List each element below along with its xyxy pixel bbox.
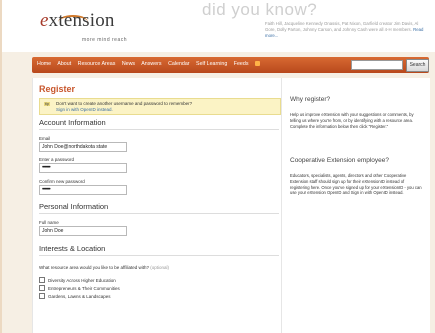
nav-resource-areas[interactable]: Resource Areas [78, 61, 116, 67]
logo-wordmark: extension [40, 10, 115, 32]
main-panel: Register tip Don't want to create anothe… [32, 78, 430, 333]
nav-feeds-label: Feeds [233, 61, 249, 67]
nav-home[interactable]: Home [37, 61, 51, 67]
tip-text: Don't want to create another username an… [56, 101, 193, 106]
nav-items: Home About Resource Areas News Answers C… [37, 61, 270, 67]
checkbox-label: Diversity Across Higher Education [48, 278, 116, 283]
site-header: extension more mind reach did you know? … [2, 0, 435, 52]
interests-heading: Interests & Location [39, 244, 106, 253]
account-info-heading: Account Information [39, 118, 106, 127]
search-input[interactable] [351, 60, 403, 70]
tip-badge: tip [44, 102, 51, 106]
fullname-field[interactable]: John Doe [39, 226, 127, 236]
checkbox-item[interactable]: Diversity Across Higher Education [39, 277, 116, 283]
email-field[interactable]: John Doe@northdakota state [39, 142, 127, 152]
search-button[interactable]: Search [406, 59, 429, 72]
main-nav: Home About Resource Areas News Answers C… [32, 57, 429, 73]
fullname-label: Full name [39, 220, 59, 225]
page-frame: extension more mind reach did you know? … [0, 0, 435, 333]
checkbox[interactable] [39, 285, 45, 291]
logo-tagline: more mind reach [82, 37, 128, 43]
page-title: Register [39, 84, 76, 94]
coop-employee-text: Educators, specialists, agents, director… [290, 173, 422, 196]
checkbox-label: Entrepreneurs & Their Communities [48, 286, 120, 291]
nav-calendar[interactable]: Calendar [168, 61, 190, 67]
why-register-text: Help us improve eXtension with your sugg… [290, 112, 414, 129]
did-you-know-heading: did you know? [202, 0, 318, 19]
sidebar: Why register? Help us improve eXtension … [281, 78, 431, 333]
password-label: Enter a password [39, 157, 75, 162]
rss-feed-icon [254, 61, 260, 66]
extension-logo[interactable]: extension more mind reach [40, 10, 130, 46]
coop-employee-heading: Cooperative Extension employee? [290, 157, 390, 164]
divider [39, 255, 279, 256]
nav-about[interactable]: About [57, 61, 71, 67]
resource-area-question-text: What resource area would you like to be … [39, 265, 149, 270]
openid-tip-box: tip Don't want to create another usernam… [39, 98, 281, 115]
logo-e: e [40, 10, 49, 31]
checkbox[interactable] [39, 293, 45, 299]
optional-note: (optional) [150, 265, 170, 270]
checkbox[interactable] [39, 277, 45, 283]
nav-feeds[interactable]: Feeds [234, 61, 265, 67]
did-you-know-text: Faith Hill, Jacqueline Kennedy Onassis, … [265, 21, 425, 38]
personal-info-heading: Personal Information [39, 202, 109, 211]
resource-area-question: What resource area would you like to be … [39, 265, 169, 270]
register-form: Register tip Don't want to create anothe… [39, 84, 284, 299]
nav-answers[interactable]: Answers [141, 61, 161, 67]
checkbox-item[interactable]: Entrepreneurs & Their Communities [39, 285, 120, 291]
divider [39, 129, 279, 130]
openid-signin-link[interactable]: Sign in with OpenID instead. [56, 107, 113, 112]
logo-word: xtension [48, 10, 115, 31]
why-register-heading: Why register? [290, 96, 331, 103]
confirm-password-label: Confirm new password [39, 179, 85, 184]
email-label: Email [39, 136, 51, 141]
nav-news[interactable]: News [122, 61, 135, 67]
password-field[interactable]: ••••••• [39, 163, 127, 173]
nav-self-learning[interactable]: Self Learning [196, 61, 227, 67]
checkbox-item[interactable]: Gardens, Lawns & Landscapes [39, 293, 111, 299]
divider [39, 213, 279, 214]
confirm-password-field[interactable]: ••••••• [39, 185, 127, 195]
did-you-know-body: Faith Hill, Jacqueline Kennedy Onassis, … [265, 21, 419, 32]
checkbox-label: Gardens, Lawns & Landscapes [48, 294, 111, 299]
